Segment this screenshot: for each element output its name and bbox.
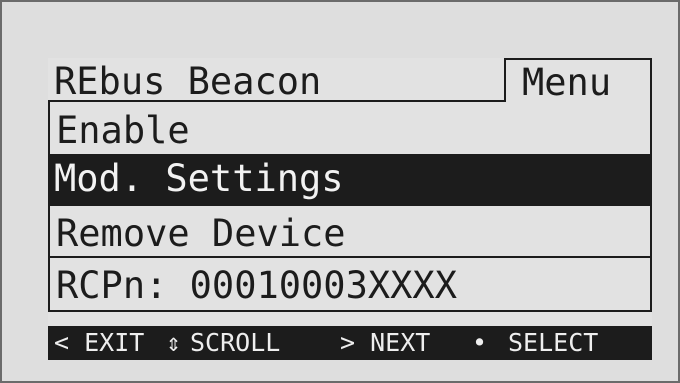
- title-bar: REbus Beacon Menu: [48, 58, 652, 102]
- menu-item-mod-settings[interactable]: Mod. Settings: [48, 154, 652, 206]
- menu-tab-label: Menu: [522, 61, 612, 104]
- up-down-arrow-icon: ⇕: [166, 328, 182, 357]
- menu-item-label: Mod. Settings: [54, 157, 344, 200]
- menu-item-label: Remove Device: [56, 212, 346, 255]
- exit-hint: < EXIT: [54, 328, 145, 357]
- scroll-hint: SCROLL: [190, 328, 281, 357]
- menu-tab[interactable]: Menu: [504, 58, 652, 102]
- bullet-icon: •: [472, 328, 488, 357]
- rcpn-value: RCPn: 00010003XXXX: [56, 264, 457, 307]
- next-hint: > NEXT: [340, 328, 431, 357]
- menu-item-enable[interactable]: Enable: [48, 102, 652, 154]
- menu-item-remove-device[interactable]: Remove Device: [48, 206, 652, 258]
- select-hint: SELECT: [508, 328, 599, 357]
- rcpn-readout: RCPn: 00010003XXXX: [48, 258, 652, 312]
- lcd-screen: REbus Beacon Menu Enable Mod. Settings R…: [48, 58, 652, 360]
- menu-item-label: Enable: [56, 109, 190, 152]
- key-hint-bar: < EXIT ⇕ SCROLL > NEXT • SELECT: [48, 326, 652, 360]
- screen-title: REbus Beacon: [54, 60, 322, 103]
- device-display-frame: REbus Beacon Menu Enable Mod. Settings R…: [0, 0, 680, 383]
